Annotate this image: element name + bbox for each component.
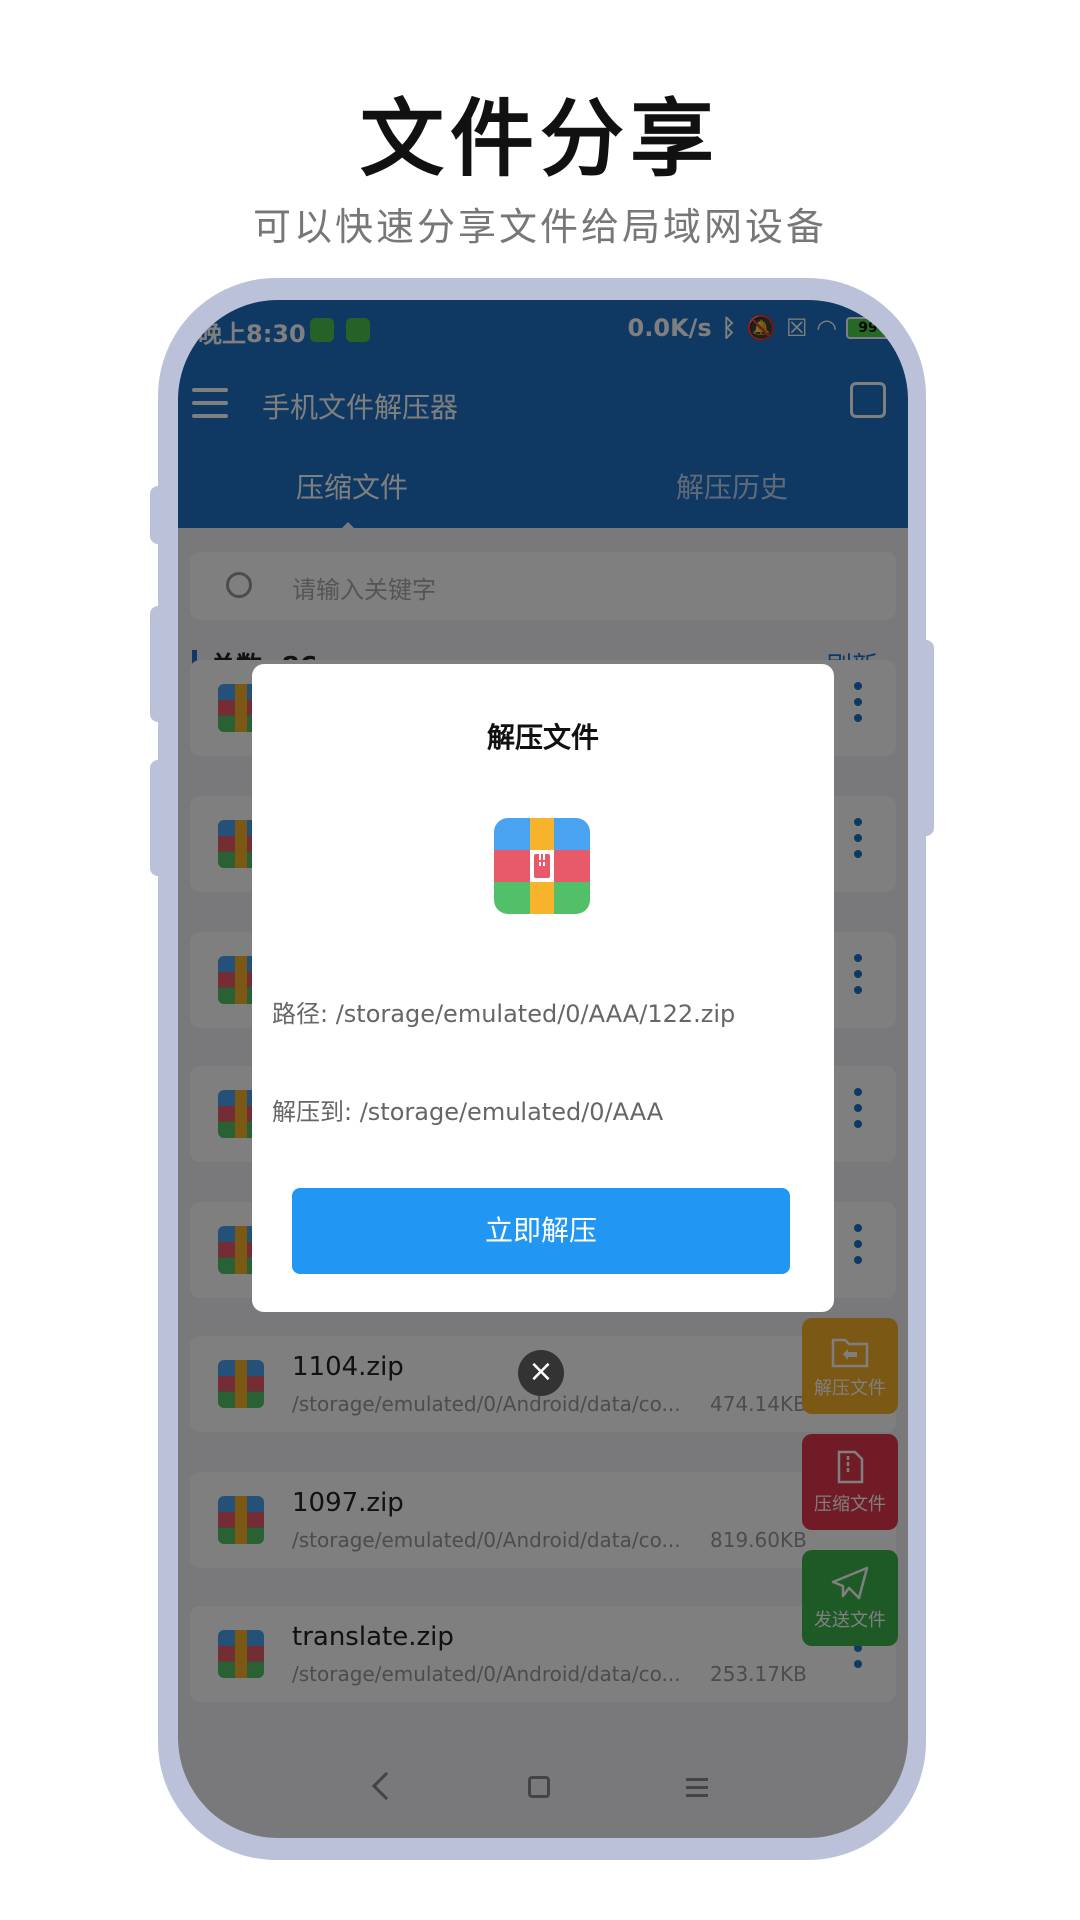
phone-side-button bbox=[150, 486, 166, 544]
archive-icon bbox=[494, 818, 590, 914]
page-subtitle: 可以快速分享文件给局域网设备 bbox=[252, 205, 827, 249]
dialog-title: 解压文件 bbox=[486, 721, 599, 754]
phone-side-button bbox=[150, 606, 166, 722]
phone-screen: 晚上8:30 0.0K/s ᛒ 🔕 ☒ ◠ 99 手机文件解压器 压缩文件 解压… bbox=[178, 300, 908, 1838]
phone-side-button bbox=[150, 760, 166, 876]
page-title: 文件分享 bbox=[359, 90, 720, 188]
extract-now-button[interactable]: 立即解压 bbox=[292, 1188, 790, 1274]
dialog-destination-path: 解压到: /storage/emulated/0/AAA bbox=[272, 1098, 664, 1126]
phone-side-button bbox=[918, 640, 934, 836]
dialog-source-path: 路径: /storage/emulated/0/AAA/122.zip bbox=[272, 1000, 736, 1028]
close-icon[interactable]: × bbox=[518, 1350, 564, 1396]
extract-dialog: 解压文件 路径: /storage/emulated/0/AAA/122.zip… bbox=[252, 664, 834, 1312]
